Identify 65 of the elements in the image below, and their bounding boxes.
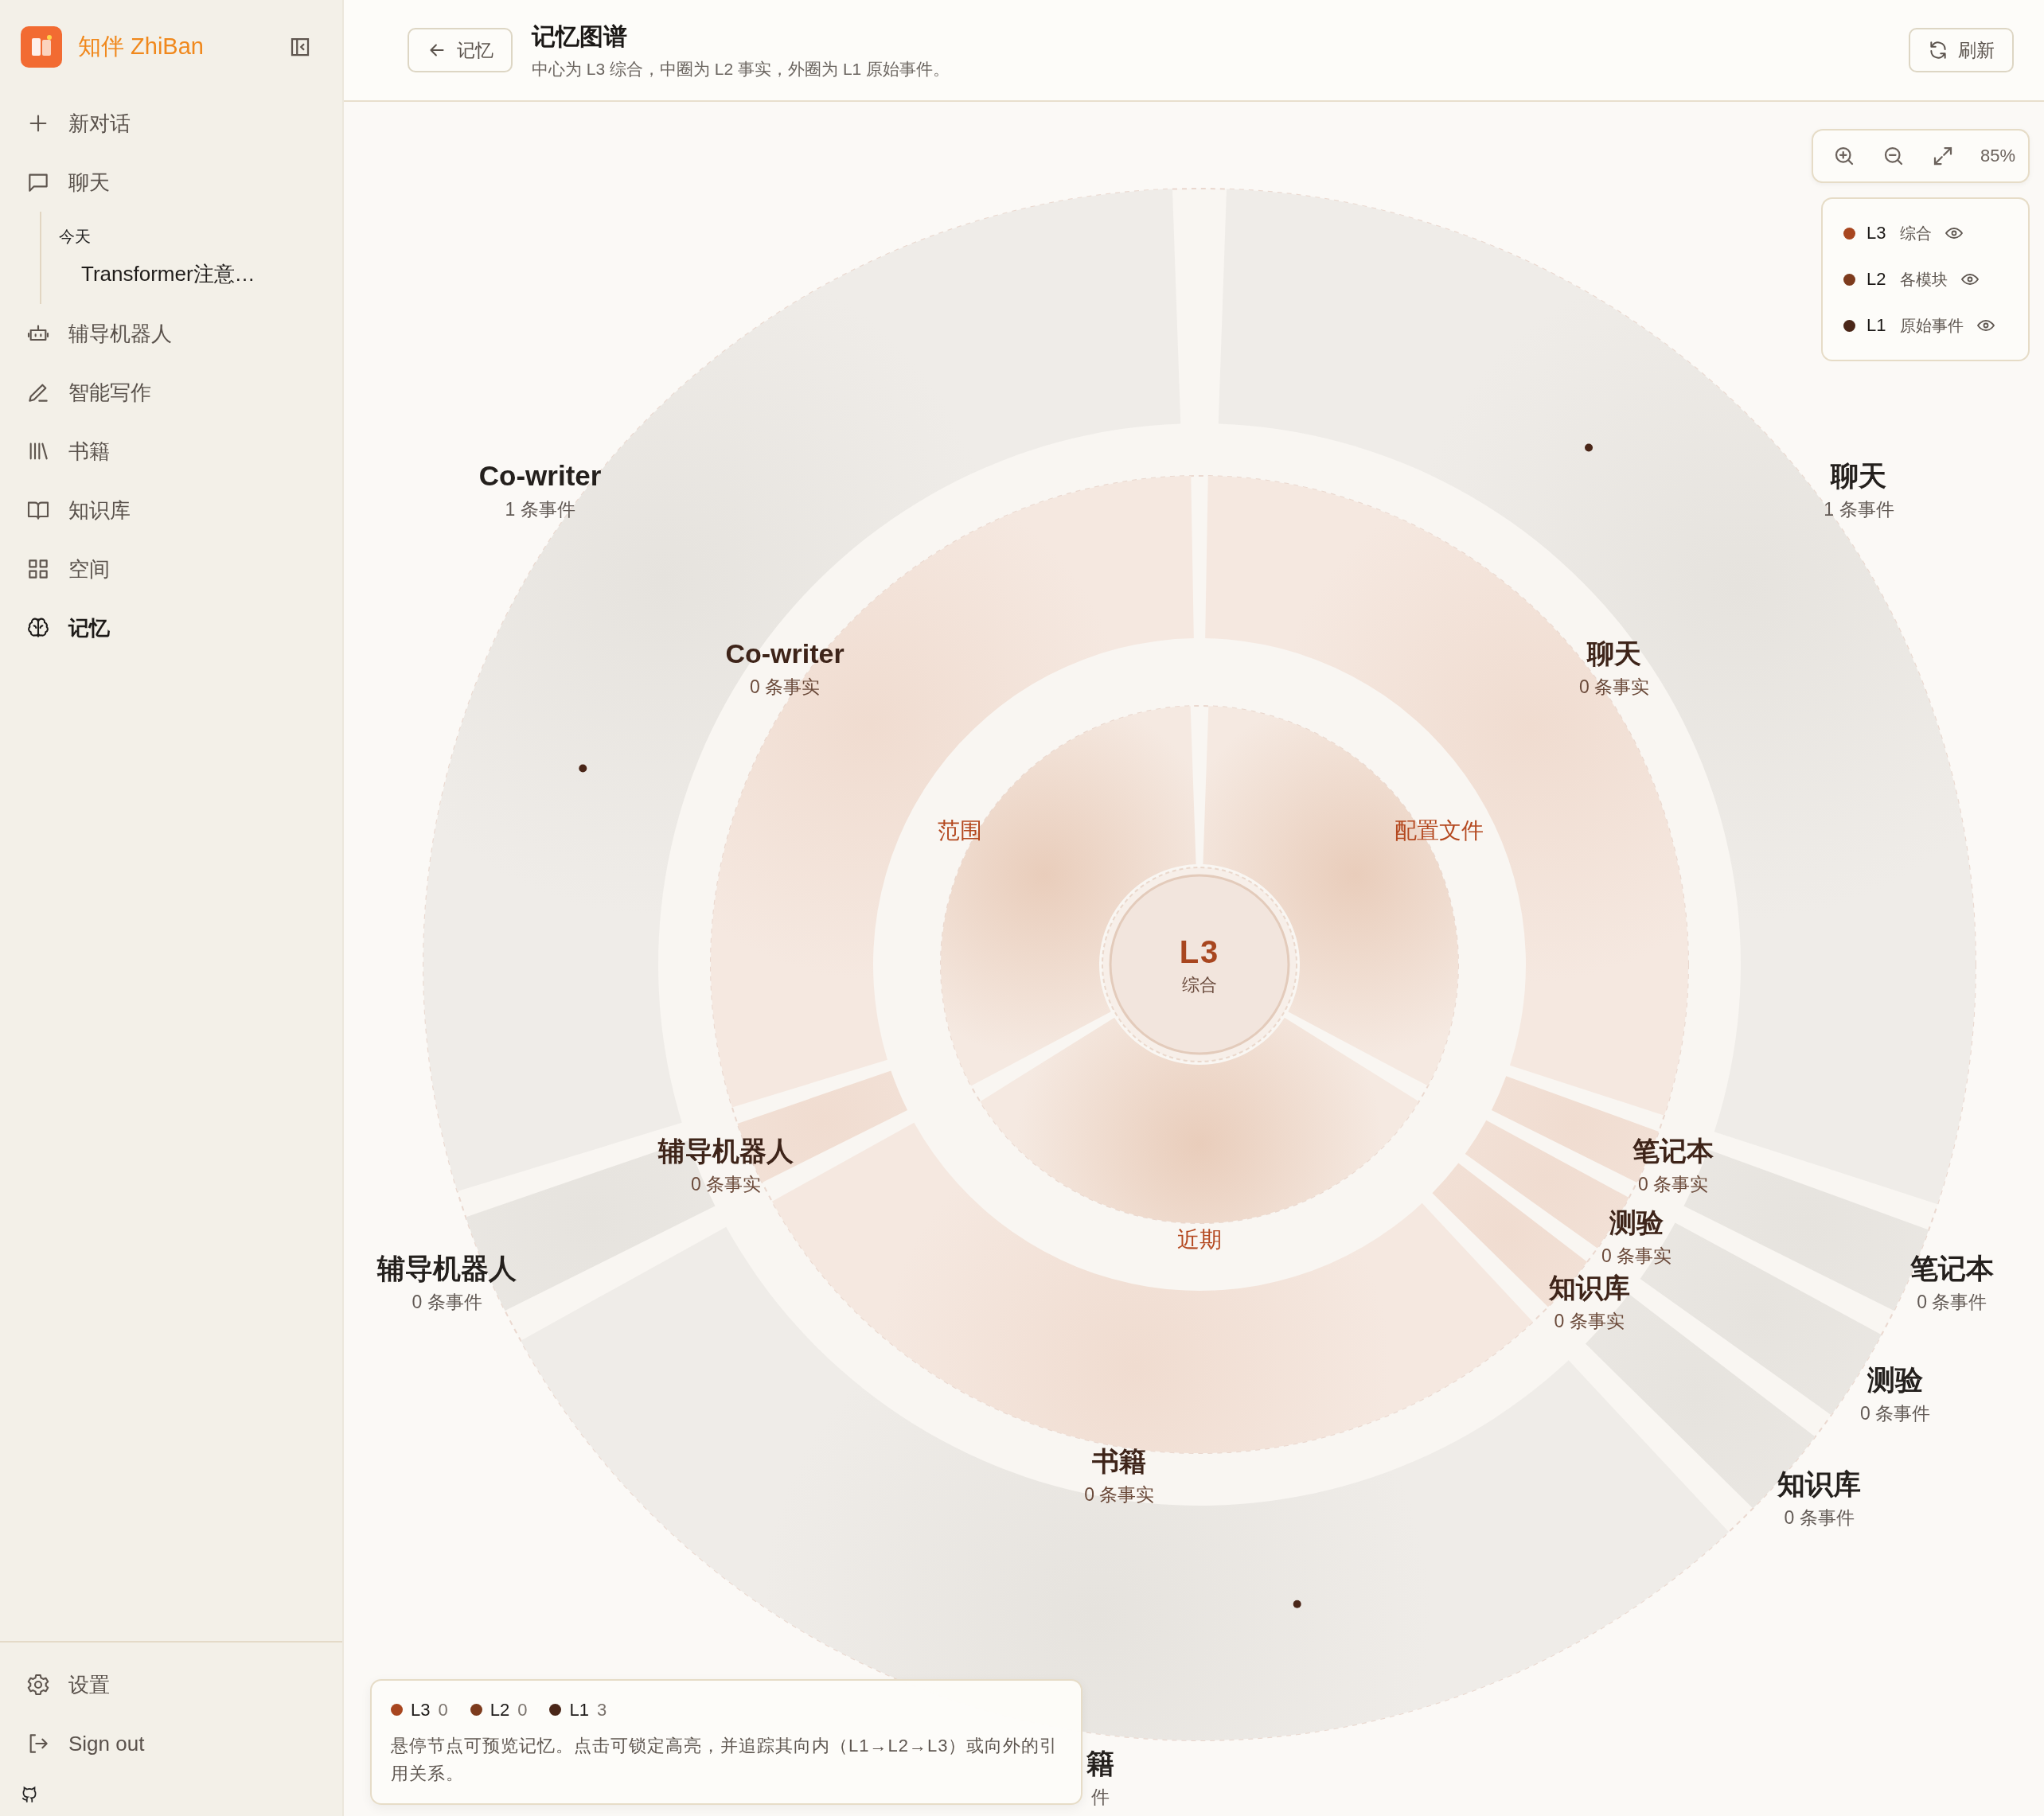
segment-label: 聊天 bbox=[1587, 638, 1641, 669]
legend-name: 综合 bbox=[1900, 223, 1932, 244]
legend-level: L3 bbox=[1867, 223, 1887, 244]
sidebar-item[interactable]: 记忆 bbox=[0, 598, 342, 657]
stat-count: 0 bbox=[438, 1699, 448, 1721]
page-subtitle: 中心为 L3 综合，中圈为 L2 事实，外圈为 L1 原始事件。 bbox=[532, 58, 951, 80]
segment-label: 知识库 bbox=[1548, 1272, 1630, 1304]
segment-label: 辅导机器人 bbox=[377, 1252, 517, 1284]
segment-label: 笔记本 bbox=[1909, 1252, 1994, 1284]
brand-name: 知伴 ZhiBan bbox=[78, 33, 205, 60]
segment-label: 籍 bbox=[1086, 1748, 1114, 1779]
back-button[interactable]: 记忆 bbox=[408, 28, 513, 72]
segment-label: 范围 bbox=[938, 817, 983, 843]
segment-label: 近期 bbox=[1177, 1227, 1222, 1252]
refresh-button[interactable]: 刷新 bbox=[1909, 28, 2014, 72]
segment-count: 0 条事实 bbox=[1637, 1174, 1709, 1195]
sidebar-item[interactable]: 智能写作 bbox=[0, 363, 342, 422]
stat-count: 3 bbox=[596, 1699, 607, 1721]
segment-count: 0 条事实 bbox=[1084, 1484, 1155, 1506]
stat-level: L2 bbox=[490, 1699, 510, 1721]
sidebar-item[interactable]: 书籍 bbox=[0, 422, 342, 481]
segment-count: 0 条事实 bbox=[1578, 676, 1650, 698]
legend-name: 各模块 bbox=[1900, 269, 1948, 290]
info-text: 悬停节点可预览记忆。点击可锁定高亮，并追踪其向内（L1→L2→L3）或向外的引用关系。 bbox=[391, 1734, 1059, 1785]
segment-count: 件 bbox=[1090, 1787, 1110, 1808]
segment-count: 0 条事件 bbox=[1859, 1402, 1931, 1424]
segment-label: Co-writer bbox=[725, 638, 845, 669]
segment-count: 0 条事件 bbox=[1784, 1507, 1855, 1529]
gear-icon bbox=[25, 1672, 51, 1697]
segment-label: 笔记本 bbox=[1632, 1136, 1714, 1167]
settings-item[interactable]: 设置 bbox=[0, 1655, 342, 1714]
segment-label: Co-writer bbox=[478, 460, 602, 492]
segment-count: 0 条事件 bbox=[412, 1291, 482, 1312]
segment-count: 0 条事实 bbox=[1601, 1245, 1672, 1267]
segment-count: 0 条事实 bbox=[690, 1174, 762, 1195]
sign-out-item[interactable]: Sign out bbox=[0, 1714, 342, 1773]
segment-label: 测验 bbox=[1867, 1363, 1924, 1395]
stat-level: L3 bbox=[411, 1699, 431, 1721]
legend-level: L2 bbox=[1867, 269, 1887, 290]
conversation-item[interactable]: Transformer注意… bbox=[59, 252, 342, 296]
segment-label: 配置文件 bbox=[1394, 817, 1484, 843]
segment-label: 知识库 bbox=[1777, 1468, 1862, 1500]
refresh-icon bbox=[1928, 40, 1948, 60]
sidebar-item[interactable]: 辅导机器人 bbox=[0, 304, 342, 363]
segment-label: 聊天 bbox=[1831, 460, 1887, 492]
segment-count: 0 条事实 bbox=[1554, 1311, 1625, 1332]
zoom-level: 85% bbox=[1980, 146, 2015, 166]
sidebar-item[interactable]: 知识库 bbox=[0, 481, 342, 540]
group-heading: 今天 bbox=[59, 227, 92, 247]
stat-level: L1 bbox=[569, 1699, 589, 1721]
segment-label: 测验 bbox=[1609, 1207, 1664, 1238]
page-title: 记忆图谱 bbox=[532, 21, 628, 51]
segment-label: 辅导机器人 bbox=[658, 1136, 794, 1167]
logo-icon bbox=[21, 26, 62, 68]
sidebar-item[interactable]: 空间 bbox=[0, 540, 342, 598]
legend-level: L1 bbox=[1867, 315, 1887, 336]
sidebar-item[interactable]: 新对话 bbox=[0, 94, 342, 153]
segment-count: 0 条事件 bbox=[1917, 1291, 1987, 1312]
legend-name: 原始事件 bbox=[1900, 315, 1964, 336]
segment-count: 0 条事实 bbox=[749, 676, 821, 698]
segment-label: 书籍 bbox=[1092, 1446, 1147, 1477]
stat-count: 0 bbox=[517, 1699, 528, 1721]
sidebar-item[interactable]: 聊天 bbox=[0, 153, 342, 212]
segment-count: 1 条事件 bbox=[505, 499, 575, 520]
segment-count: 1 条事件 bbox=[1824, 499, 1894, 520]
